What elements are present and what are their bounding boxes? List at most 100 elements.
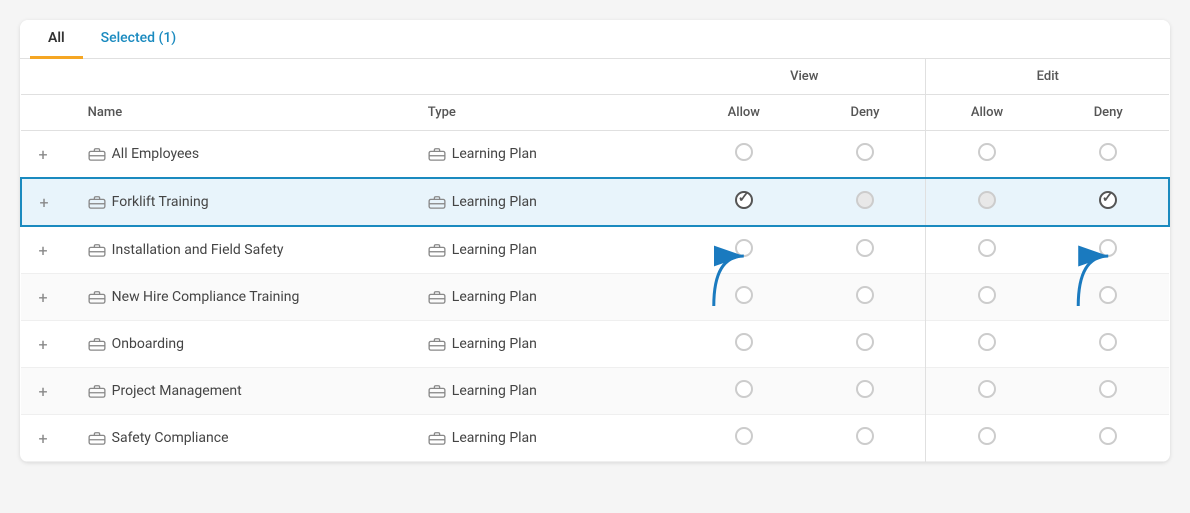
type-cell: Learning Plan bbox=[416, 131, 683, 179]
name-cell: Installation and Field Safety bbox=[76, 226, 416, 274]
edit-allow-cell bbox=[926, 226, 1047, 274]
ed-4-radio[interactable] bbox=[1099, 286, 1117, 304]
ed-2-radio[interactable] bbox=[1099, 191, 1117, 209]
row-name: Project Management bbox=[112, 383, 242, 399]
table-row: + Onboarding Learning Plan bbox=[21, 321, 1169, 368]
row-type: Learning Plan bbox=[452, 242, 537, 258]
expand-cell: + bbox=[21, 226, 76, 274]
vd-6-radio[interactable] bbox=[856, 380, 874, 398]
briefcase-icon bbox=[88, 384, 106, 398]
edit-allow-cell bbox=[926, 368, 1047, 415]
briefcase-icon bbox=[88, 431, 106, 445]
expand-cell: + bbox=[21, 178, 76, 226]
main-container: AllSelected (1) View Edit Name Type Allo… bbox=[20, 20, 1170, 462]
name-cell: New Hire Compliance Training bbox=[76, 274, 416, 321]
expand-cell: + bbox=[21, 274, 76, 321]
view-deny-cell bbox=[805, 226, 926, 274]
va-2-radio[interactable] bbox=[735, 191, 753, 209]
va-4-radio[interactable] bbox=[735, 286, 753, 304]
table-wrapper: View Edit Name Type Allow Deny Allow Den… bbox=[20, 59, 1170, 462]
ea-2-radio[interactable] bbox=[978, 191, 996, 209]
ea-1-radio[interactable] bbox=[978, 143, 996, 161]
ed-7-radio[interactable] bbox=[1099, 427, 1117, 445]
table-body: + All Employees Learning Plan bbox=[21, 131, 1169, 462]
ea-7-radio[interactable] bbox=[978, 427, 996, 445]
expand-button[interactable]: + bbox=[33, 382, 53, 401]
view-deny-cell bbox=[805, 178, 926, 226]
type-cell: Learning Plan bbox=[416, 321, 683, 368]
type-cell: Learning Plan bbox=[416, 274, 683, 321]
name-cell: All Employees bbox=[76, 131, 416, 179]
edit-deny-cell bbox=[1047, 321, 1169, 368]
name-cell: Forklift Training bbox=[76, 178, 416, 226]
tab-all[interactable]: All bbox=[30, 20, 83, 59]
view-allow-cell bbox=[683, 131, 804, 179]
vd-7-radio[interactable] bbox=[856, 427, 874, 445]
row-type: Learning Plan bbox=[452, 383, 537, 399]
edit-deny-cell bbox=[1047, 226, 1169, 274]
va-7-radio[interactable] bbox=[735, 427, 753, 445]
expand-button[interactable]: + bbox=[34, 193, 54, 212]
va-6-radio[interactable] bbox=[735, 380, 753, 398]
th-name bbox=[76, 59, 416, 95]
expand-button[interactable]: + bbox=[33, 288, 53, 307]
vd-1-radio[interactable] bbox=[856, 143, 874, 161]
type-briefcase-icon bbox=[428, 290, 446, 304]
vd-2-radio[interactable] bbox=[856, 191, 874, 209]
ed-3-radio[interactable] bbox=[1099, 239, 1117, 257]
view-allow-cell bbox=[683, 321, 804, 368]
vd-4-radio[interactable] bbox=[856, 286, 874, 304]
tab-selected[interactable]: Selected (1) bbox=[83, 20, 195, 59]
edit-deny-cell bbox=[1047, 131, 1169, 179]
row-type: Learning Plan bbox=[452, 289, 537, 305]
va-5-radio[interactable] bbox=[735, 333, 753, 351]
vd-5-radio[interactable] bbox=[856, 333, 874, 351]
table-row: + New Hire Compliance Training Learning … bbox=[21, 274, 1169, 321]
briefcase-icon bbox=[88, 195, 106, 209]
edit-allow-cell bbox=[926, 274, 1047, 321]
expand-cell: + bbox=[21, 131, 76, 179]
ea-3-radio[interactable] bbox=[978, 239, 996, 257]
type-cell: Learning Plan bbox=[416, 226, 683, 274]
table-row: + Forklift Training Learning Plan bbox=[21, 178, 1169, 226]
row-type: Learning Plan bbox=[452, 146, 537, 162]
ea-4-radio[interactable] bbox=[978, 286, 996, 304]
edit-allow-cell bbox=[926, 415, 1047, 462]
th-view-deny: Deny bbox=[805, 95, 926, 131]
va-1-radio[interactable] bbox=[735, 143, 753, 161]
column-group-header: View Edit bbox=[21, 59, 1169, 95]
briefcase-icon bbox=[88, 147, 106, 161]
row-type: Learning Plan bbox=[452, 194, 537, 210]
row-type: Learning Plan bbox=[452, 336, 537, 352]
row-name: New Hire Compliance Training bbox=[112, 289, 300, 305]
th-edit-group: Edit bbox=[926, 59, 1169, 95]
vd-3-radio[interactable] bbox=[856, 239, 874, 257]
expand-cell: + bbox=[21, 321, 76, 368]
ea-6-radio[interactable] bbox=[978, 380, 996, 398]
expand-button[interactable]: + bbox=[33, 145, 53, 164]
expand-button[interactable]: + bbox=[33, 241, 53, 260]
briefcase-icon bbox=[88, 290, 106, 304]
row-name: Onboarding bbox=[112, 336, 184, 352]
view-deny-cell bbox=[805, 415, 926, 462]
th-expand-sub bbox=[21, 95, 76, 131]
expand-cell: + bbox=[21, 415, 76, 462]
th-type-sub: Type bbox=[416, 95, 683, 131]
expand-button[interactable]: + bbox=[33, 335, 53, 354]
ea-5-radio[interactable] bbox=[978, 333, 996, 351]
th-edit-deny: Deny bbox=[1047, 95, 1169, 131]
th-view-allow: Allow bbox=[683, 95, 804, 131]
th-view-group: View bbox=[683, 59, 926, 95]
row-name: Forklift Training bbox=[112, 194, 209, 210]
expand-cell: + bbox=[21, 368, 76, 415]
ed-6-radio[interactable] bbox=[1099, 380, 1117, 398]
ed-5-radio[interactable] bbox=[1099, 333, 1117, 351]
edit-deny-cell bbox=[1047, 178, 1169, 226]
briefcase-icon bbox=[88, 337, 106, 351]
view-allow-cell bbox=[683, 368, 804, 415]
name-cell: Project Management bbox=[76, 368, 416, 415]
expand-button[interactable]: + bbox=[33, 429, 53, 448]
view-deny-cell bbox=[805, 368, 926, 415]
ed-1-radio[interactable] bbox=[1099, 143, 1117, 161]
va-3-radio[interactable] bbox=[735, 239, 753, 257]
